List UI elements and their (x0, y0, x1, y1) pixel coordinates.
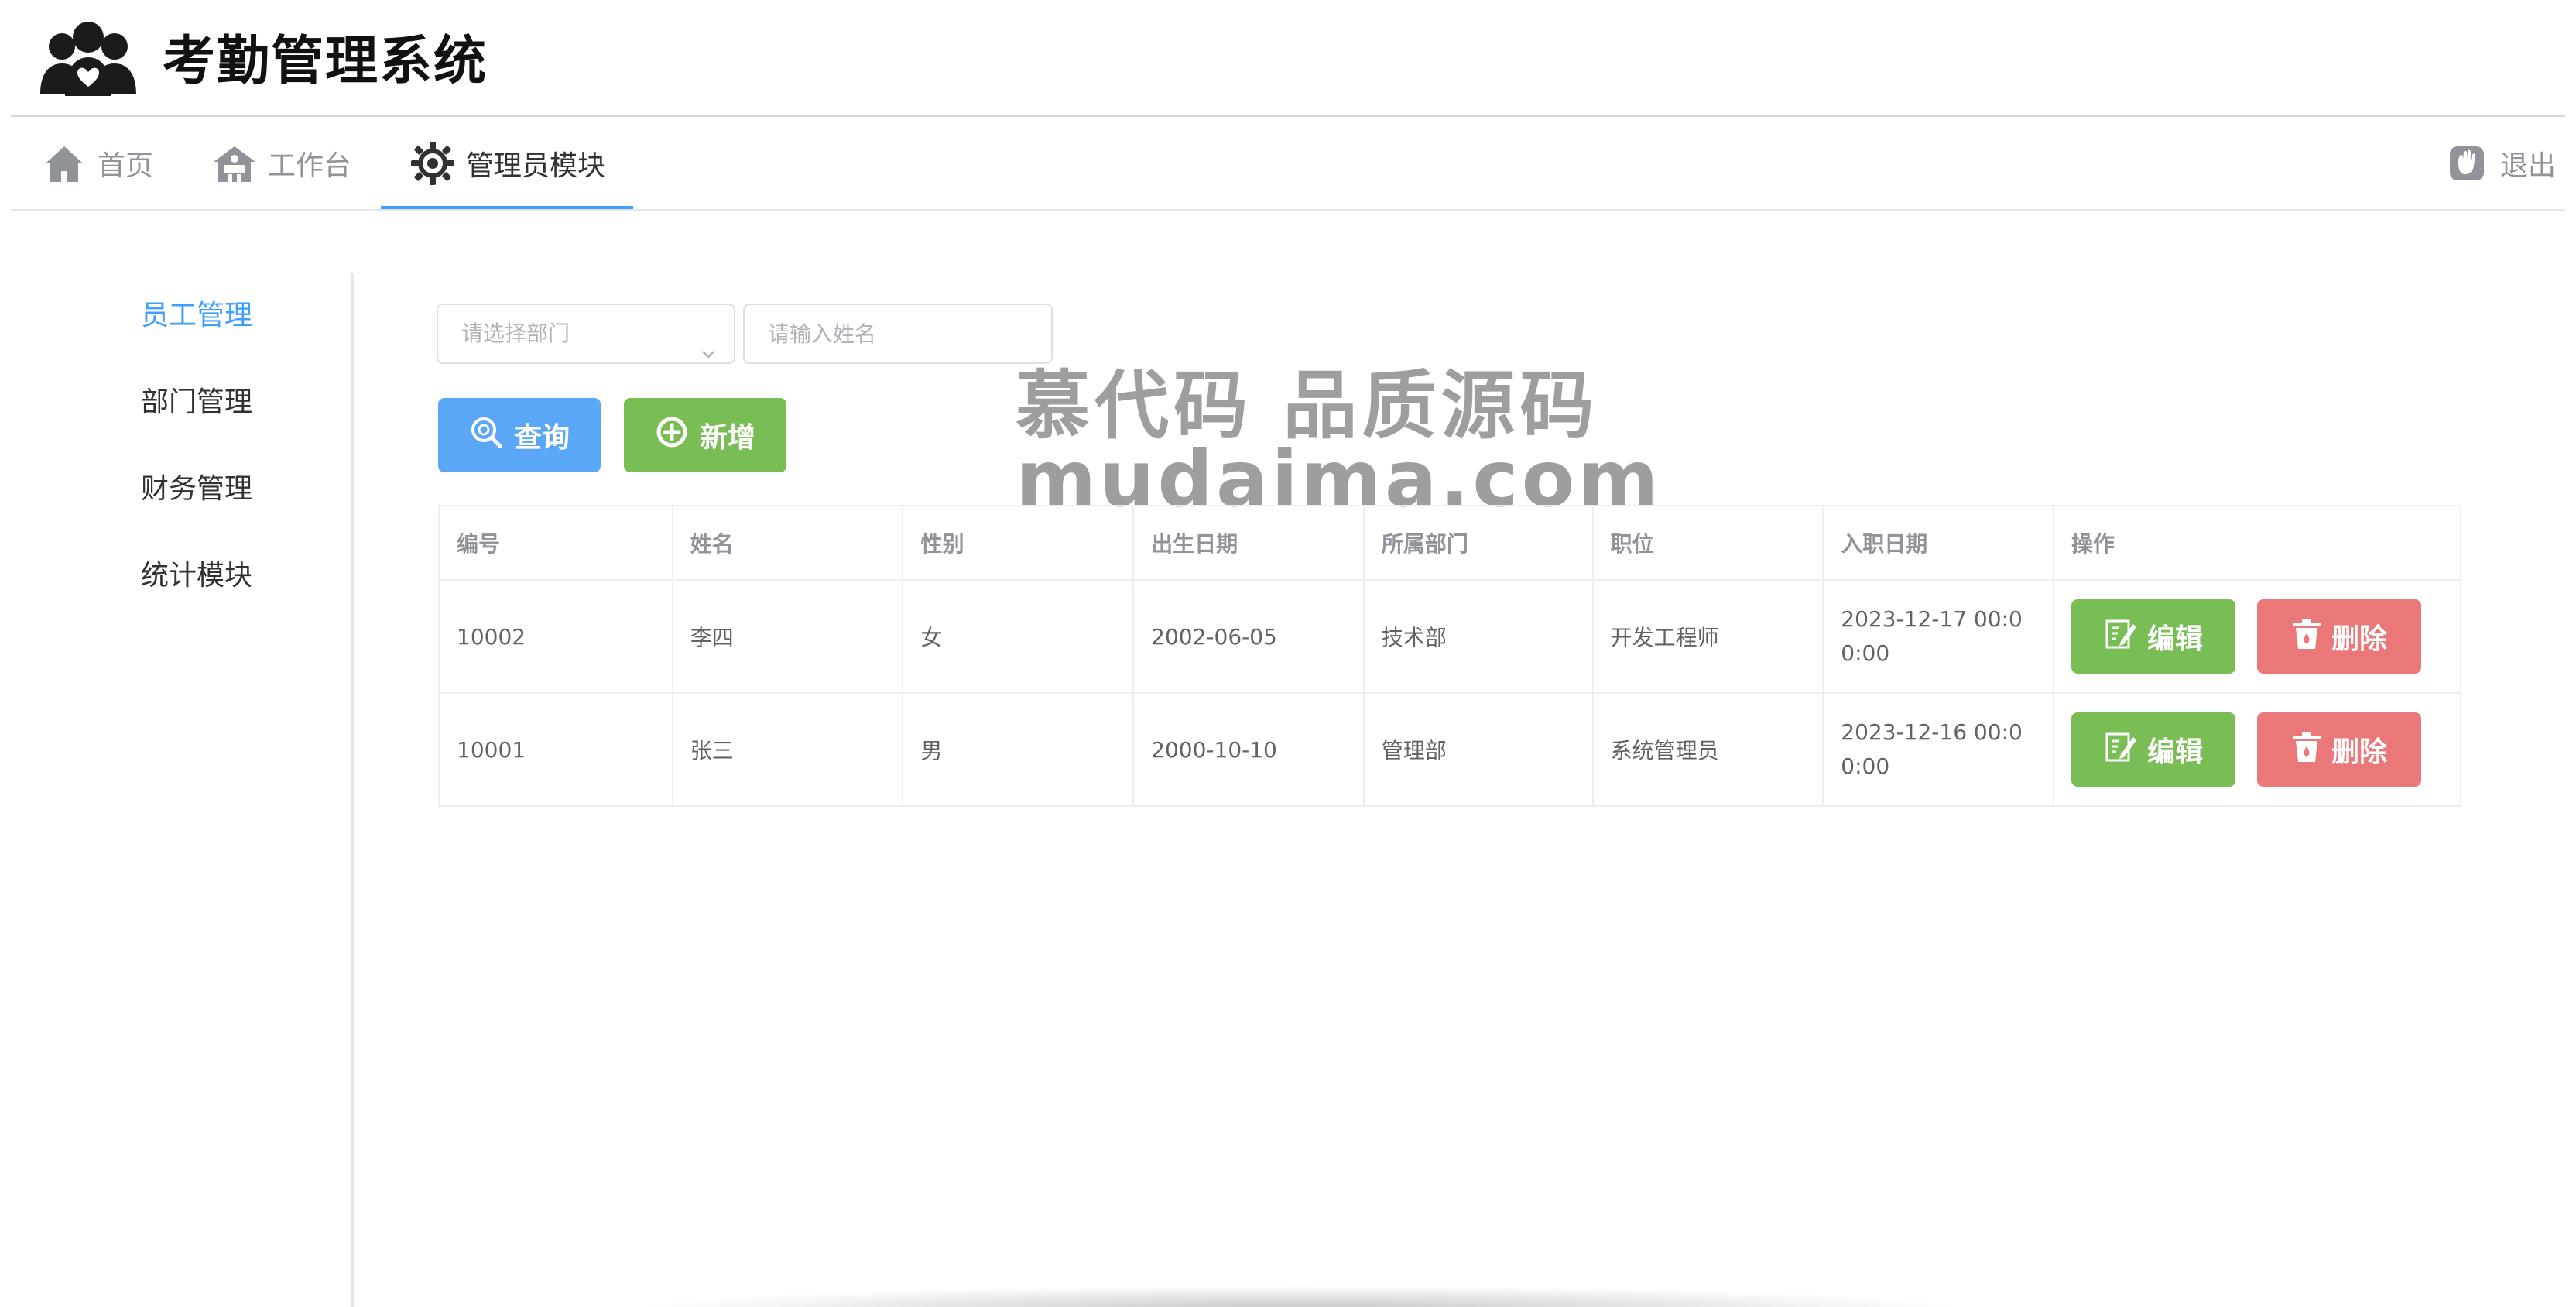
app-root: 考勤管理系统 首页 工作台 管理员模块 退出 员工管理 部门管理 财务管理 统计… (0, 0, 2576, 1307)
cell-birth: 2002-06-05 (1132, 579, 1365, 694)
delete-button-label: 删除 (2331, 736, 2387, 768)
query-button[interactable]: 查询 (438, 398, 601, 472)
add-button[interactable]: 新增 (624, 398, 786, 472)
app-title: 考勤管理系统 (163, 31, 488, 92)
nav-home[interactable]: 首页 (42, 117, 153, 210)
employee-table: 编号 姓名 性别 出生日期 所属部门 职位 入职日期 操作 10002 李四 女… (438, 505, 2462, 807)
column-header-birth: 出生日期 (1132, 505, 1365, 581)
sidebar: 员工管理 部门管理 财务管理 统计模块 (0, 211, 355, 1307)
sidebar-item-finance[interactable]: 财务管理 (141, 466, 252, 513)
trash-icon (2291, 616, 2322, 657)
cell-sex: 男 (902, 692, 1135, 807)
cell-sex: 女 (902, 579, 1135, 694)
cell-id: 10002 (438, 579, 673, 694)
search-icon (469, 415, 503, 456)
edit-icon (2104, 729, 2138, 770)
cell-name: 张三 (671, 692, 904, 807)
cell-position: 开发工程师 (1591, 579, 1824, 694)
edit-button-label: 编辑 (2146, 623, 2203, 655)
sidebar-item-statistics[interactable]: 统计模块 (141, 553, 252, 599)
edit-button[interactable]: 编辑 (2071, 599, 2235, 674)
department-select-placeholder: 请选择部门 (461, 321, 570, 346)
logout-label: 退出 (2500, 150, 2557, 182)
sidebar-border (351, 273, 354, 1307)
cell-actions: 编辑 删除 (2052, 692, 2462, 807)
sidebar-item-employee[interactable]: 员工管理 (141, 293, 252, 339)
add-button-label: 新增 (699, 422, 755, 454)
column-header-name: 姓名 (671, 505, 904, 581)
cell-name: 李四 (671, 579, 904, 694)
edit-icon (2104, 616, 2138, 657)
delete-button[interactable]: 删除 (2256, 599, 2421, 674)
watermark-line1: 慕代码 品质源码 (1016, 362, 1599, 449)
nav-home-label: 首页 (98, 150, 154, 182)
sidebar-item-department[interactable]: 部门管理 (141, 379, 252, 426)
delete-button-label: 删除 (2331, 623, 2387, 655)
nav-divider (11, 209, 2565, 211)
cell-hire-date: 2023-12-16 00:00:00 (1822, 692, 2054, 807)
edit-button[interactable]: 编辑 (2071, 712, 2235, 787)
nav-admin[interactable]: 管理员模块 (410, 117, 605, 210)
column-header-id: 编号 (438, 505, 673, 581)
table-row: 10001 张三 男 2000-10-10 管理部 系统管理员 2023-12-… (438, 692, 2462, 807)
column-header-position: 职位 (1591, 505, 1824, 581)
logout-icon (2444, 141, 2489, 186)
cell-birth: 2000-10-10 (1132, 692, 1365, 807)
table-row: 10002 李四 女 2002-06-05 技术部 开发工程师 2023-12-… (438, 579, 2462, 694)
nav-admin-label: 管理员模块 (466, 150, 606, 182)
cell-position: 系统管理员 (1591, 692, 1824, 807)
delete-button[interactable]: 删除 (2256, 712, 2421, 787)
name-search-input[interactable] (743, 304, 1053, 364)
column-header-hire-date: 入职日期 (1822, 505, 2054, 581)
add-circle-icon (655, 415, 689, 456)
column-header-sex: 性别 (902, 505, 1135, 581)
people-group-icon (39, 20, 138, 98)
nav-workbench[interactable]: 工作台 (212, 117, 351, 210)
column-header-department: 所属部门 (1362, 505, 1594, 581)
cell-department: 管理部 (1362, 692, 1594, 807)
admin-gear-icon (410, 141, 455, 186)
chevron-down-icon (700, 327, 717, 358)
home-icon (42, 141, 87, 186)
query-button-label: 查询 (513, 422, 570, 454)
top-nav: 首页 工作台 管理员模块 退出 (0, 117, 2576, 210)
column-header-actions: 操作 (2052, 505, 2462, 581)
edit-button-label: 编辑 (2146, 736, 2203, 768)
cell-department: 技术部 (1362, 579, 1594, 694)
table-header-row: 编号 姓名 性别 出生日期 所属部门 职位 入职日期 操作 (438, 505, 2462, 581)
cell-hire-date: 2023-12-17 00:00:00 (1822, 579, 2054, 694)
bottom-shadow (635, 1285, 1966, 1307)
workbench-icon (212, 141, 257, 186)
cell-actions: 编辑 删除 (2052, 579, 2462, 694)
trash-icon (2291, 729, 2322, 770)
logout-button[interactable]: 退出 (2444, 117, 2556, 210)
header: 考勤管理系统 (0, 0, 2576, 116)
nav-workbench-label: 工作台 (268, 150, 352, 182)
cell-id: 10001 (438, 692, 673, 807)
department-select[interactable]: 请选择部门 (437, 304, 735, 364)
